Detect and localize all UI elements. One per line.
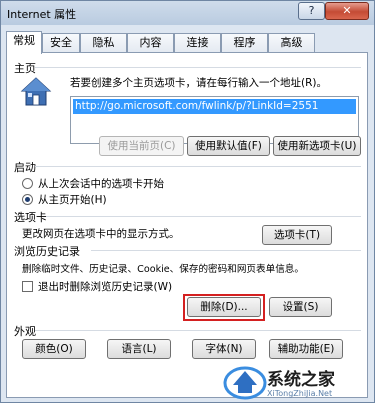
tab-general[interactable]: 常规 (6, 31, 42, 54)
startup-section-title: 启动 (14, 161, 36, 174)
window-title: Internet 属性 (7, 8, 77, 21)
homepage-section-title: 主页 (14, 62, 36, 75)
divider (35, 330, 361, 331)
watermark-logo-icon (223, 366, 267, 400)
site-watermark: 系统之家 XiTongZhiJia.Net (219, 359, 375, 403)
watermark-text: 系统之家 (267, 370, 335, 390)
internet-options-window: Internet 属性 ? ✕ 常规 安全 隐私 内容 连接 程序 高级 主页 … (0, 0, 375, 403)
tabs-description: 更改网页在选项卡中的显示方式。 (22, 228, 180, 240)
divider (35, 67, 361, 68)
startup-last-session-label: 从上次会话中的选项卡开始 (38, 178, 164, 190)
close-button[interactable]: ✕ (325, 2, 369, 20)
colors-button[interactable]: 颜色(O) (22, 339, 86, 359)
homepage-description: 若要创建多个主页选项卡，请在每行输入一个地址(R)。 (70, 77, 327, 89)
help-button[interactable]: ? (298, 2, 325, 20)
delete-button-highlight (183, 294, 265, 321)
tabs-section-title: 选项卡 (14, 211, 47, 224)
tab-security[interactable]: 安全 (42, 33, 80, 53)
use-default-button[interactable]: 使用默认值(F) (187, 136, 270, 156)
homepage-url-value: http://go.microsoft.com/fwlink/p/?LinkId… (73, 99, 356, 114)
startup-homepage-label: 从主页开始(H) (38, 194, 107, 206)
divider (35, 166, 361, 167)
delete-on-exit-checkbox[interactable] (22, 281, 33, 292)
startup-homepage-radio[interactable] (22, 194, 33, 205)
tabs-settings-button[interactable]: 选项卡(T) (262, 225, 332, 245)
startup-last-session-radio[interactable] (22, 178, 33, 189)
tab-privacy[interactable]: 隐私 (80, 33, 127, 53)
fonts-button[interactable]: 字体(N) (192, 339, 256, 359)
general-tab-panel: 主页 若要创建多个主页选项卡，请在每行输入一个地址(R)。 http://go.… (6, 52, 368, 398)
history-section-title: 浏览历史记录 (14, 245, 80, 258)
history-settings-button[interactable]: 设置(S) (269, 297, 332, 317)
delete-on-exit-label: 退出时删除浏览历史记录(W) (38, 281, 173, 293)
tab-content[interactable]: 内容 (127, 33, 174, 53)
divider (91, 250, 361, 251)
tab-strip: 常规 安全 隐私 内容 连接 程序 高级 (6, 31, 369, 54)
watermark-subtext: XiTongZhiJia.Net (267, 389, 333, 398)
use-new-tab-button[interactable]: 使用新选项卡(U) (273, 136, 361, 156)
languages-button[interactable]: 语言(L) (107, 339, 171, 359)
accessibility-button[interactable]: 辅助功能(E) (269, 339, 343, 359)
divider (46, 216, 361, 217)
tab-advanced[interactable]: 高级 (268, 33, 315, 53)
use-current-button[interactable]: 使用当前页(C) (99, 136, 184, 156)
home-icon (20, 77, 52, 106)
title-bar[interactable]: Internet 属性 ? ✕ (1, 1, 374, 25)
history-description: 删除临时文件、历史记录、Cookie、保存的密码和网页表单信息。 (22, 264, 304, 275)
tab-programs[interactable]: 程序 (221, 33, 268, 53)
appearance-section-title: 外观 (14, 325, 36, 338)
tab-connections[interactable]: 连接 (174, 33, 221, 53)
